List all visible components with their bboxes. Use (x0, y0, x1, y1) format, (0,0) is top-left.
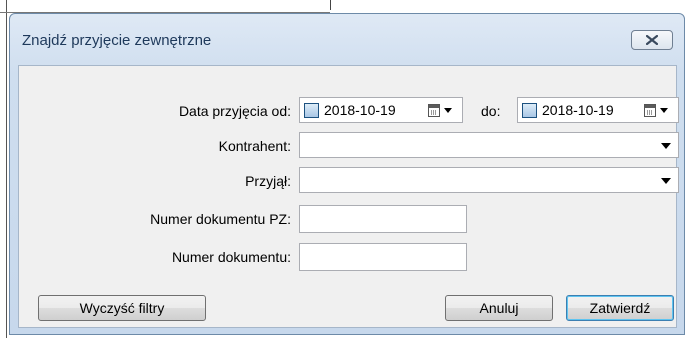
doc-number-label: Numer dokumentu: (171, 249, 291, 265)
confirm-button[interactable]: Zatwierdź (566, 295, 674, 321)
chevron-down-icon[interactable] (661, 178, 671, 184)
clear-filters-button[interactable]: Wyczyść filtry (38, 295, 206, 321)
date-to-value[interactable]: 2018-10-19 (542, 102, 614, 118)
background-window-edge (6, 0, 7, 338)
find-receipt-dialog: Znajdź przyjęcie zewnętrzne Data przyjęc… (9, 13, 685, 335)
background-window-tick (330, 0, 331, 10)
chevron-down-icon[interactable] (661, 143, 671, 149)
calendar-icon (644, 103, 656, 117)
contractor-label: Kontrahent: (218, 138, 291, 154)
date-from-calendar-button[interactable] (428, 102, 458, 118)
dialog-client-area: Data przyjęcia od: 2018-10-19 do: 2018-1… (18, 65, 679, 328)
cancel-button[interactable]: Anuluj (445, 295, 553, 321)
date-to-label: do: (481, 103, 501, 119)
pz-number-input[interactable] (299, 205, 467, 233)
dropdown-arrow-icon (660, 107, 668, 113)
doc-number-input[interactable] (299, 243, 467, 271)
calendar-icon (428, 103, 440, 117)
date-to-picker[interactable]: 2018-10-19 (517, 97, 679, 123)
dialog-title: Znajdź przyjęcie zewnętrzne (22, 32, 212, 49)
date-from-picker[interactable]: 2018-10-19 (299, 97, 463, 123)
date-from-label: Data przyjęcia od: (178, 103, 291, 119)
close-icon (646, 35, 658, 45)
date-from-checkbox[interactable] (304, 102, 319, 118)
contractor-select[interactable] (299, 132, 679, 158)
received-by-select[interactable] (299, 167, 679, 193)
date-from-value[interactable]: 2018-10-19 (324, 102, 396, 118)
pz-number-label: Numer dokumentu PZ: (150, 211, 291, 227)
dropdown-arrow-icon (444, 107, 452, 113)
date-to-calendar-button[interactable] (644, 102, 674, 118)
received-by-label: Przyjął: (245, 173, 291, 189)
date-to-checkbox[interactable] (522, 102, 537, 118)
dialog-titlebar[interactable]: Znajdź przyjęcie zewnętrzne (10, 14, 684, 50)
close-button[interactable] (631, 30, 673, 50)
